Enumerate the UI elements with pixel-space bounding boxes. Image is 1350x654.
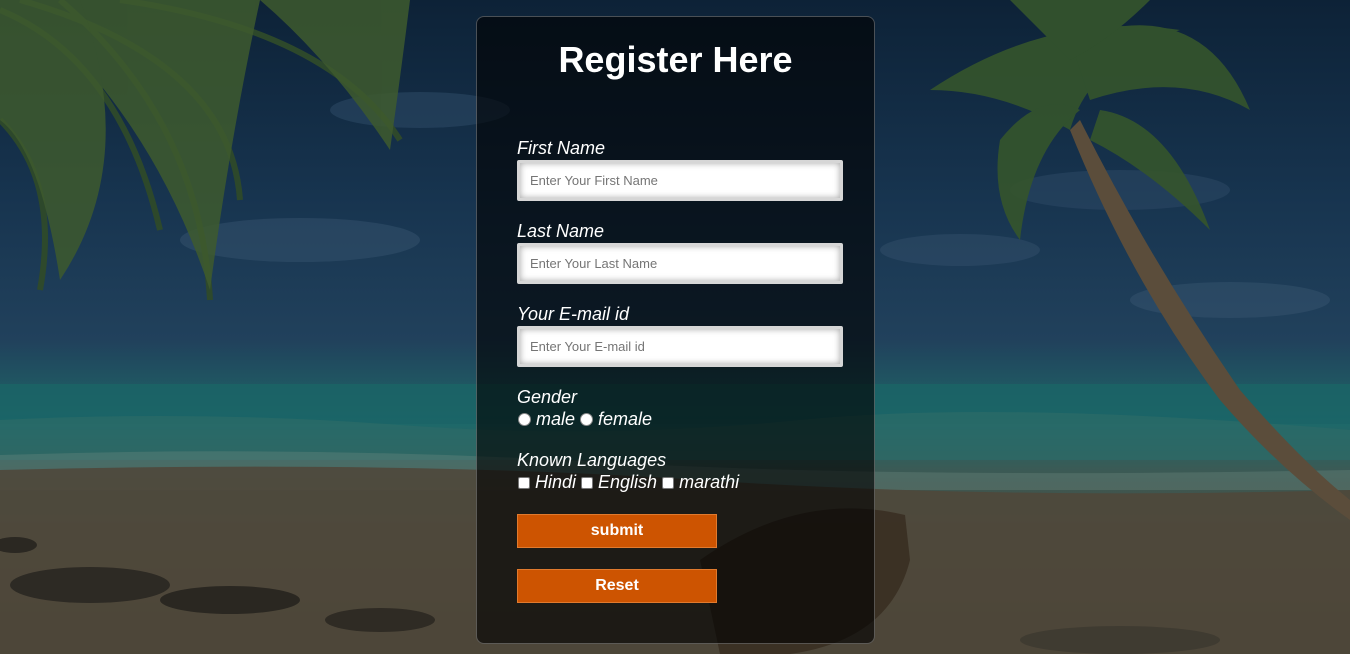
gender-label: Gender	[517, 387, 578, 407]
language-marathi-checkbox[interactable]	[662, 476, 675, 489]
registration-form: Register Here First Name Last Name Your …	[476, 16, 875, 644]
language-marathi-label: marathi	[679, 472, 740, 492]
language-options: Hindi English marathi	[517, 472, 743, 493]
email-label: Your E-mail id	[517, 304, 630, 324]
last-name-label: Last Name	[517, 221, 605, 241]
reset-button[interactable]: Reset	[517, 569, 717, 603]
languages-label: Known Languages	[517, 450, 667, 470]
email-input[interactable]	[517, 326, 843, 367]
gender-female-radio[interactable]	[580, 413, 594, 426]
gender-female-label: female	[598, 409, 653, 429]
gender-male-label: male	[536, 409, 576, 429]
first-name-input[interactable]	[517, 160, 843, 201]
gender-options: male female	[517, 409, 656, 430]
last-name-input[interactable]	[517, 243, 843, 284]
language-english-checkbox[interactable]	[581, 476, 594, 489]
language-hindi-label: Hindi	[535, 472, 577, 492]
first-name-label: First Name	[517, 138, 606, 158]
submit-button[interactable]: submit	[517, 514, 717, 548]
form-title: Register Here	[558, 39, 793, 80]
language-english-label: English	[598, 472, 658, 492]
gender-male-radio[interactable]	[518, 413, 531, 426]
language-hindi-checkbox[interactable]	[518, 476, 530, 489]
